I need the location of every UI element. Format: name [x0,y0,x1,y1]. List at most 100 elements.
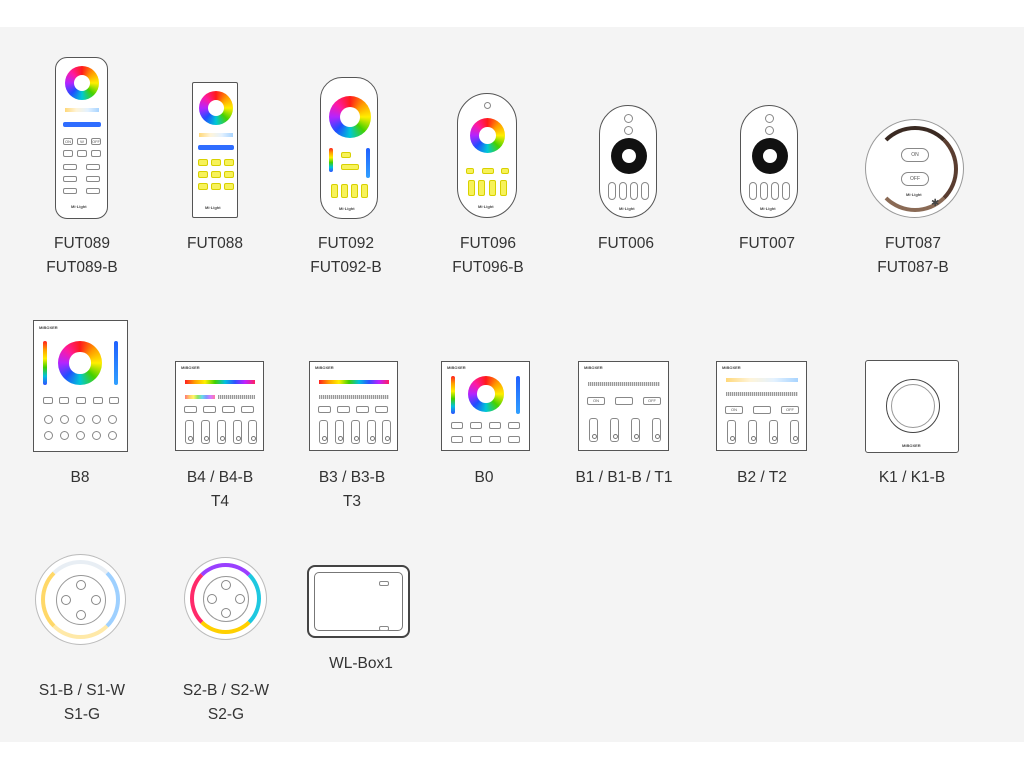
b1-on-button: ON [587,397,605,405]
fut088-button [198,171,208,178]
b2-zone-slot [727,420,736,444]
product-b3[interactable]: MiBOXER [309,361,399,453]
fut087-brand: Mi·Light [906,192,922,197]
b3-zone-slot [351,420,360,444]
product-b0[interactable]: MiBOXER [441,361,531,453]
product-fut096[interactable]: Mi·Light [455,93,520,221]
product-fut092[interactable]: Mi·Light [318,77,380,222]
b2-mode-button [753,406,771,414]
fut092-color-bar [329,148,333,172]
fut089-button [63,150,73,157]
b1-off-button: OFF [643,397,661,405]
fut096-button [478,180,485,196]
product-b8[interactable]: MiBOXER [33,320,128,453]
wlbox1-box-icon [307,565,410,638]
b2-zone-slot [769,420,778,444]
product-s1[interactable] [34,554,129,646]
fut006-zone-button [619,182,627,200]
product-fut087[interactable]: ON OFF Mi·Light ✱ [862,119,968,219]
s1-bottom-button [76,610,86,620]
b4-zone-slot [217,420,226,444]
fut006-remote-icon: Mi·Light [599,105,657,218]
fut087-on-button: ON [901,148,929,162]
b8-round-button [60,431,69,440]
b1-panel-icon: MiBOXER ON OFF [578,361,669,451]
fut092-button [331,184,338,198]
s2-right-button [235,594,245,604]
label-b1: B1 / B1-B / T1 [575,469,673,486]
fut088-button [198,159,208,166]
product-k1[interactable]: MiBOXER [865,360,960,454]
b8-button [59,397,69,404]
fut088-button [224,159,234,166]
b3-button [375,406,388,413]
label-b3: B3 / B3-B T3 [318,469,386,510]
product-fut006[interactable]: Mi·Light [597,105,659,221]
product-b1[interactable]: MiBOXER ON OFF [578,361,670,453]
fut096-button [468,180,475,196]
fut092-color-wheel [329,96,371,138]
fut006-touch-ring [611,138,647,174]
product-s2[interactable] [183,557,268,643]
b3-brightness-bar [319,395,389,399]
b4-zone-slot [233,420,242,444]
fut007-zone-button [749,182,757,200]
b3-zone-slot [367,420,376,444]
fut007-mode-button [765,126,774,135]
fut007-brand: Mi·Light [760,206,776,211]
label-b8: B8 [70,469,90,486]
fut092-blue-bar [366,148,370,178]
fut087-sun-icon: ✱ [931,198,940,209]
label-b0: B0 [474,469,494,486]
b8-round-button [76,431,85,440]
wlbox1-port [379,581,389,586]
b1-zone-slot [631,418,640,442]
b0-button [470,422,482,429]
fut092-button [341,164,359,170]
b0-blue-bar [516,376,520,414]
b0-button [451,436,463,443]
b4-button [184,406,197,413]
fut089-button [86,176,100,182]
b1-zone-slot [652,418,661,442]
fut089-button [86,164,100,170]
fut006-zone-button [608,182,616,200]
fut088-button [224,183,234,190]
label-fut087: FUT087 FUT087-B [877,235,949,276]
b3-zone-slot [382,420,391,444]
fut089-off-button: OFF [91,138,101,145]
label-fut007: FUT007 [739,235,795,252]
fut007-zone-button [782,182,790,200]
b0-color-bar [451,376,455,414]
fut088-button [198,183,208,190]
product-b2[interactable]: MiBOXER ON OFF [716,361,808,453]
product-fut007[interactable]: Mi·Light [738,105,800,221]
s1-right-button [91,595,101,605]
label-wlbox1: WL-Box1 [329,655,393,672]
b1-zone-slot [589,418,598,442]
s2-round-panel-icon [184,557,267,640]
fut087-off-button: OFF [901,172,929,186]
fut096-color-wheel [470,118,505,153]
fut089-button [91,150,101,157]
product-b4[interactable]: MiBOXER [175,361,265,453]
b0-panel-icon: MiBOXER [441,361,530,451]
b3-panel-icon: MiBOXER [309,361,398,451]
fut096-button [501,168,509,174]
product-fut089[interactable]: ON W OFF Mi·Light [52,57,112,222]
b1-brightness-bar [588,382,660,386]
fut088-button [211,183,221,190]
fut096-remote-icon: Mi·Light [457,93,517,218]
b1-mode-button [615,397,633,405]
product-wlbox1[interactable] [307,565,411,639]
fut089-button [63,164,77,170]
fut092-button [341,184,348,198]
fut088-button [224,171,234,178]
product-fut088[interactable]: Mi·Light [190,82,240,222]
b8-button [93,397,103,404]
b8-round-button [60,415,69,424]
s2-bottom-button [221,608,231,618]
b1-brand: MiBOXER [584,365,603,370]
fut006-zone-button [630,182,638,200]
b8-button [76,397,86,404]
